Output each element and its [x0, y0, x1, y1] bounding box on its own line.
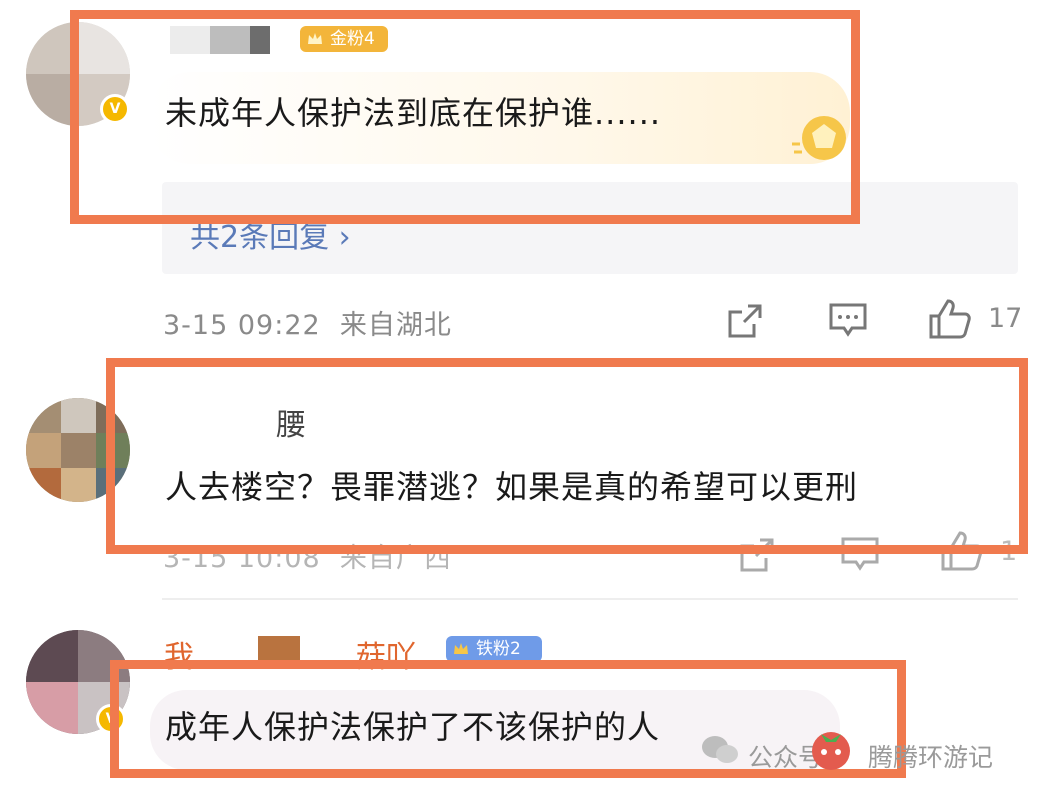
like-count: 17 [988, 303, 1023, 334]
comment-icon[interactable] [828, 302, 868, 338]
divider [162, 598, 1018, 600]
crown-icon [454, 643, 468, 654]
fan-badge-label: 铁粉2 [476, 639, 521, 659]
highlight-box [106, 358, 1028, 554]
like-icon[interactable] [928, 298, 972, 340]
fan-badge: 铁粉2 [446, 636, 542, 662]
share-icon[interactable] [726, 302, 766, 340]
timestamp: 3-15 09:22 来自湖北 [163, 310, 452, 341]
wechat-icon [702, 736, 738, 763]
tomato-icon [812, 732, 850, 770]
watermark-author: 腾腾环游记 [868, 743, 994, 772]
highlight-box [70, 10, 860, 224]
chevron-right-icon: › [338, 220, 351, 255]
